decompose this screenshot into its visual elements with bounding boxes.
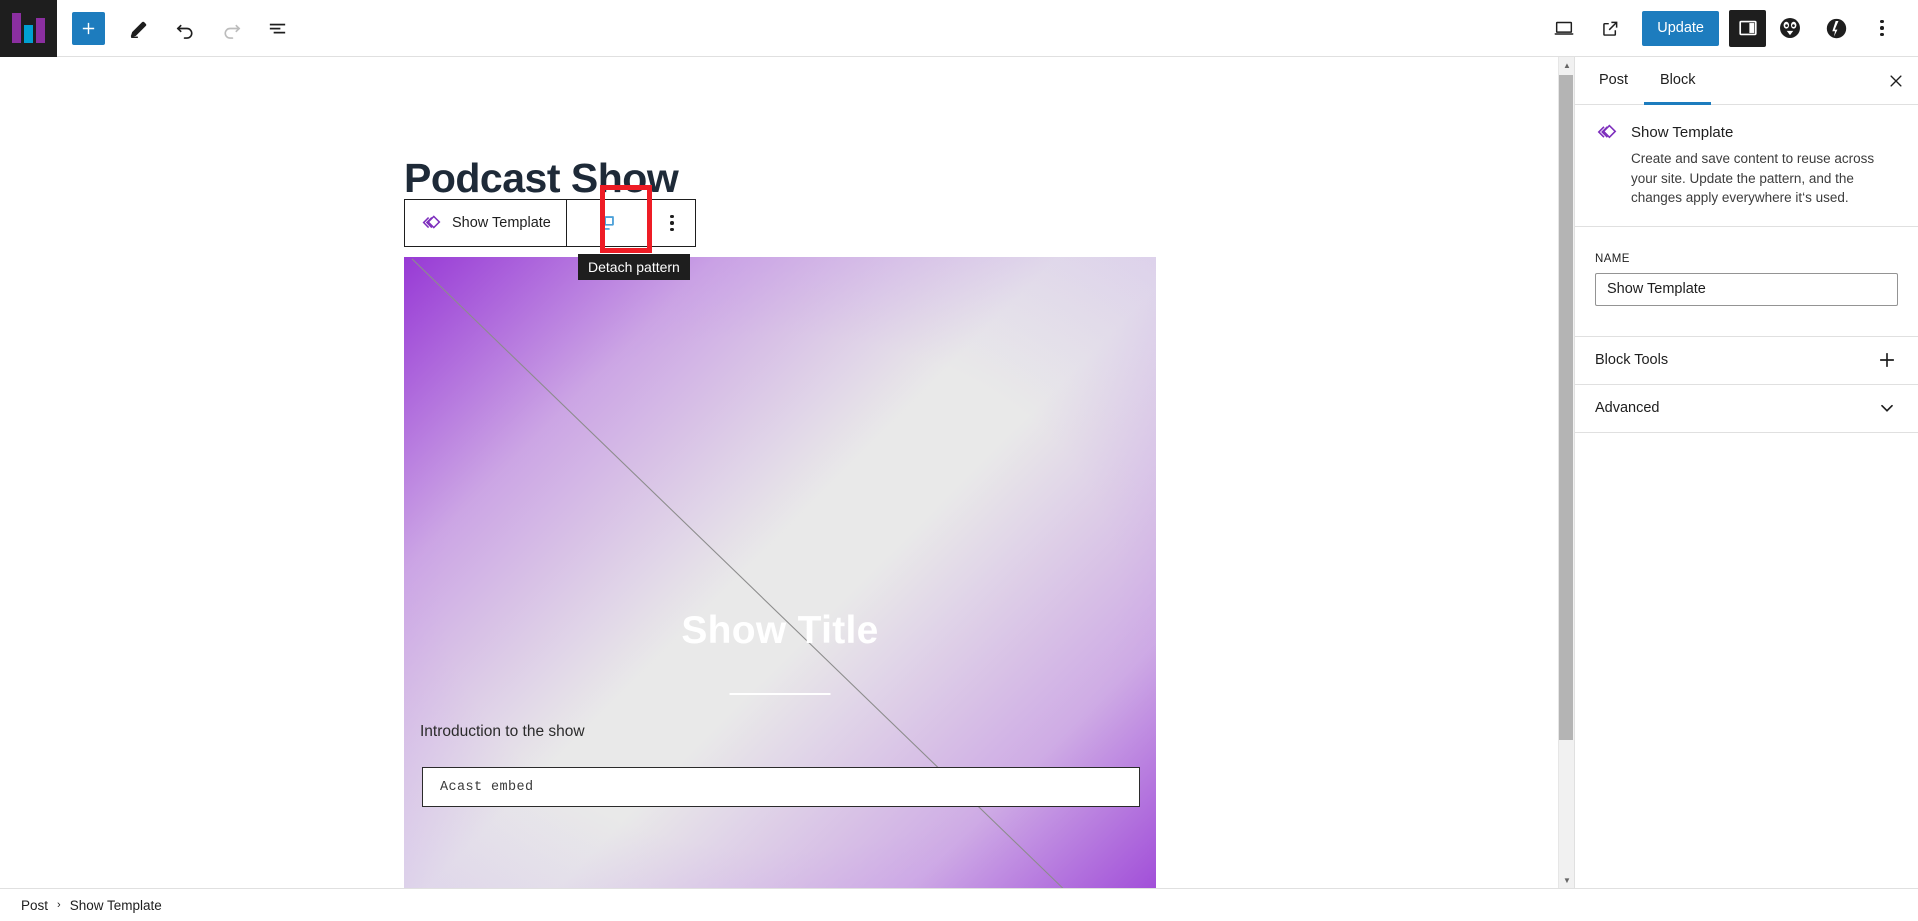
detach-pattern-tooltip: Detach pattern [578, 254, 690, 280]
cover-title[interactable]: Show Title [404, 609, 1156, 653]
more-options-button[interactable] [1860, 6, 1904, 50]
yoast-seo-button[interactable] [1814, 6, 1858, 50]
jetpack-icon [1780, 18, 1800, 38]
advanced-row[interactable]: Advanced [1575, 385, 1918, 433]
kebab-menu-icon [1880, 19, 1884, 37]
list-view-button[interactable] [255, 6, 299, 50]
detach-pattern-icon [600, 216, 615, 230]
plus-icon [82, 22, 95, 34]
site-logo[interactable] [0, 0, 57, 57]
breadcrumb-item-post[interactable]: Post [21, 898, 48, 913]
plus-icon[interactable] [1876, 349, 1898, 371]
settings-sidebar: Post Block Show Template Create and save… [1574, 57, 1918, 888]
block-info-description: Create and save content to reuse across … [1631, 151, 1875, 205]
settings-sidebar-toggle[interactable] [1729, 9, 1766, 47]
block-info-title: Show Template [1631, 124, 1734, 141]
block-type-label: Show Template [452, 215, 551, 231]
desktop-icon [1554, 21, 1574, 35]
pattern-name-input[interactable] [1595, 272, 1898, 306]
sidebar-panel-icon [1738, 20, 1757, 36]
block-options-button[interactable] [649, 200, 695, 246]
close-sidebar-button[interactable] [1874, 57, 1918, 104]
breadcrumb: Post › Show Template [0, 888, 1918, 921]
pencil-icon [130, 21, 146, 38]
scroll-up-arrow-icon[interactable]: ▲ [1559, 57, 1574, 73]
list-view-icon [269, 23, 285, 33]
sidebar-tabs: Post Block [1575, 57, 1918, 105]
obscured-heading: Podcast Show [404, 155, 679, 201]
bar-chart-logo [12, 13, 45, 43]
view-post-button[interactable] [1588, 6, 1632, 50]
canvas-scrollbar-thumb[interactable] [1559, 75, 1573, 740]
breadcrumb-item-show-template[interactable]: Show Template [70, 898, 162, 913]
acast-embed-block[interactable]: Acast embed [422, 767, 1140, 807]
pattern-icon [422, 214, 441, 229]
top-bar-right-tools: Update [1542, 6, 1918, 50]
cover-divider [729, 693, 831, 695]
acast-embed-placeholder: Acast embed [440, 779, 534, 795]
block-type-button[interactable]: Show Template [405, 200, 567, 246]
undo-button[interactable] [163, 6, 207, 50]
jetpack-button[interactable] [1768, 6, 1812, 50]
block-tools-label: Block Tools [1595, 352, 1669, 368]
preview-device-button[interactable] [1542, 6, 1586, 50]
cover-intro-text[interactable]: Introduction to the show [420, 723, 585, 741]
cover-block[interactable]: Show Title Introduction to the show Acas… [404, 257, 1156, 888]
top-bar-left-tools [57, 6, 299, 50]
redo-icon [224, 24, 240, 39]
yoast-seo-icon [1826, 18, 1846, 38]
redo-button[interactable] [209, 6, 253, 50]
advanced-label: Advanced [1595, 400, 1660, 416]
block-info-header: Show Template [1595, 121, 1898, 145]
edit-tools-button[interactable] [117, 6, 161, 50]
block-info-section: Show Template Create and save content to… [1575, 105, 1918, 227]
external-link-icon [1602, 21, 1618, 36]
block-toolbar: Show Template [404, 199, 696, 247]
add-block-button[interactable] [72, 11, 105, 45]
detach-pattern-button[interactable] [567, 200, 649, 246]
tab-block[interactable]: Block [1644, 57, 1712, 105]
breadcrumb-separator-icon: › [57, 899, 61, 911]
vertical-dots-icon [670, 214, 674, 232]
tab-post[interactable]: Post [1583, 57, 1644, 105]
pattern-name-section: NAME [1575, 227, 1918, 337]
editor-top-bar: Update [0, 0, 1918, 57]
undo-icon [176, 24, 192, 39]
wordpress-block-editor: Update Podcast Show Show Title Introduct… [0, 0, 1918, 921]
update-button[interactable]: Update [1642, 10, 1719, 46]
close-icon [1890, 74, 1902, 87]
editor-canvas: Podcast Show Show Title Introduction to … [0, 57, 1574, 888]
name-field-label: NAME [1595, 252, 1630, 265]
scroll-down-arrow-icon[interactable]: ▼ [1559, 872, 1574, 888]
chevron-down-icon[interactable] [1876, 397, 1898, 419]
block-tools-row[interactable]: Block Tools [1575, 337, 1918, 385]
pattern-icon [1597, 124, 1617, 139]
